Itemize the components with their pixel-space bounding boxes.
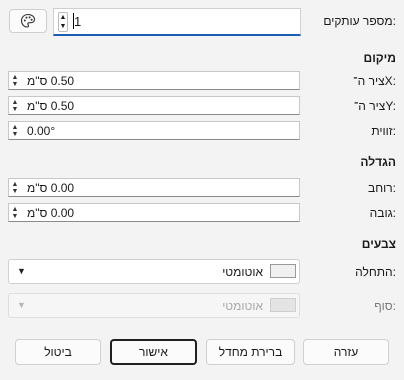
copies-label: מספר עותקים: bbox=[323, 14, 396, 28]
y-axis-spinner[interactable]: ▲ ▼ bbox=[11, 99, 19, 113]
y-axis-field[interactable]: ▲ ▼ 0.50 ס"מ bbox=[8, 96, 300, 115]
y-axis-value: 0.50 ס"מ bbox=[27, 99, 75, 113]
copies-value: 1 bbox=[74, 14, 82, 29]
y-axis-label: ציר ה־Y: bbox=[353, 99, 396, 113]
chevron-down-icon[interactable]: ▼ bbox=[11, 131, 19, 138]
width-field[interactable]: ▲ ▼ 0.00 ס"מ bbox=[8, 178, 300, 197]
copies-spinner[interactable]: ▲ ▼ bbox=[58, 12, 68, 32]
end-color-label: סוף: bbox=[374, 299, 396, 313]
text-cursor bbox=[73, 13, 74, 29]
width-value: 0.00 ס"מ bbox=[27, 181, 75, 195]
colors-heading: צבעים bbox=[361, 237, 396, 251]
x-axis-field[interactable]: ▲ ▼ 0.50 ס"מ bbox=[8, 71, 300, 90]
cancel-button[interactable]: ביטול bbox=[15, 339, 101, 365]
height-value: 0.00 ס"מ bbox=[27, 206, 75, 220]
start-color-label: התחלה: bbox=[355, 265, 396, 279]
reset-button[interactable]: ברירת מחדל bbox=[206, 339, 295, 365]
angle-value: 0.00° bbox=[27, 124, 56, 138]
copies-field[interactable]: ▲ ▼ 1 bbox=[53, 8, 301, 36]
chevron-up-icon[interactable]: ▲ bbox=[11, 124, 19, 131]
dropdown-arrow-icon: ▼ bbox=[17, 300, 26, 310]
chevron-down-icon[interactable]: ▼ bbox=[11, 213, 19, 220]
palette-button[interactable] bbox=[9, 9, 47, 33]
end-color-dropdown: ▼ אוטומטי bbox=[8, 293, 300, 318]
width-spinner[interactable]: ▲ ▼ bbox=[11, 181, 19, 195]
chevron-down-icon[interactable]: ▼ bbox=[11, 106, 19, 113]
height-field[interactable]: ▲ ▼ 0.00 ס"מ bbox=[8, 203, 300, 222]
width-label: רוחב: bbox=[368, 181, 396, 195]
start-color-swatch bbox=[270, 264, 296, 278]
chevron-down-icon[interactable]: ▼ bbox=[59, 22, 67, 31]
angle-spinner[interactable]: ▲ ▼ bbox=[11, 124, 19, 138]
chevron-up-icon[interactable]: ▲ bbox=[11, 99, 19, 106]
angle-field[interactable]: ▲ ▼ 0.00° bbox=[8, 121, 300, 140]
start-color-dropdown[interactable]: ▼ אוטומטי bbox=[8, 259, 300, 284]
x-axis-value: 0.50 ס"מ bbox=[27, 74, 75, 88]
height-label: גובה: bbox=[369, 206, 396, 220]
position-heading: מיקום bbox=[363, 51, 396, 65]
chevron-up-icon[interactable]: ▲ bbox=[59, 13, 67, 22]
x-axis-label: ציר ה־X: bbox=[353, 74, 396, 88]
chevron-down-icon[interactable]: ▼ bbox=[11, 81, 19, 88]
height-spinner[interactable]: ▲ ▼ bbox=[11, 206, 19, 220]
enlargement-heading: הגדלה bbox=[360, 155, 396, 169]
x-axis-spinner[interactable]: ▲ ▼ bbox=[11, 74, 19, 88]
start-color-value: אוטומטי bbox=[222, 265, 263, 279]
angle-label: זווית: bbox=[371, 124, 396, 138]
chevron-down-icon[interactable]: ▼ bbox=[11, 188, 19, 195]
chevron-up-icon[interactable]: ▲ bbox=[11, 206, 19, 213]
chevron-up-icon[interactable]: ▲ bbox=[11, 74, 19, 81]
palette-icon bbox=[20, 13, 36, 28]
chevron-up-icon[interactable]: ▲ bbox=[11, 181, 19, 188]
help-button[interactable]: עזרה bbox=[303, 339, 389, 365]
dropdown-arrow-icon: ▼ bbox=[17, 266, 26, 276]
end-color-value: אוטומטי bbox=[222, 299, 263, 313]
ok-button[interactable]: אישור bbox=[110, 339, 197, 365]
end-color-swatch bbox=[270, 298, 296, 312]
